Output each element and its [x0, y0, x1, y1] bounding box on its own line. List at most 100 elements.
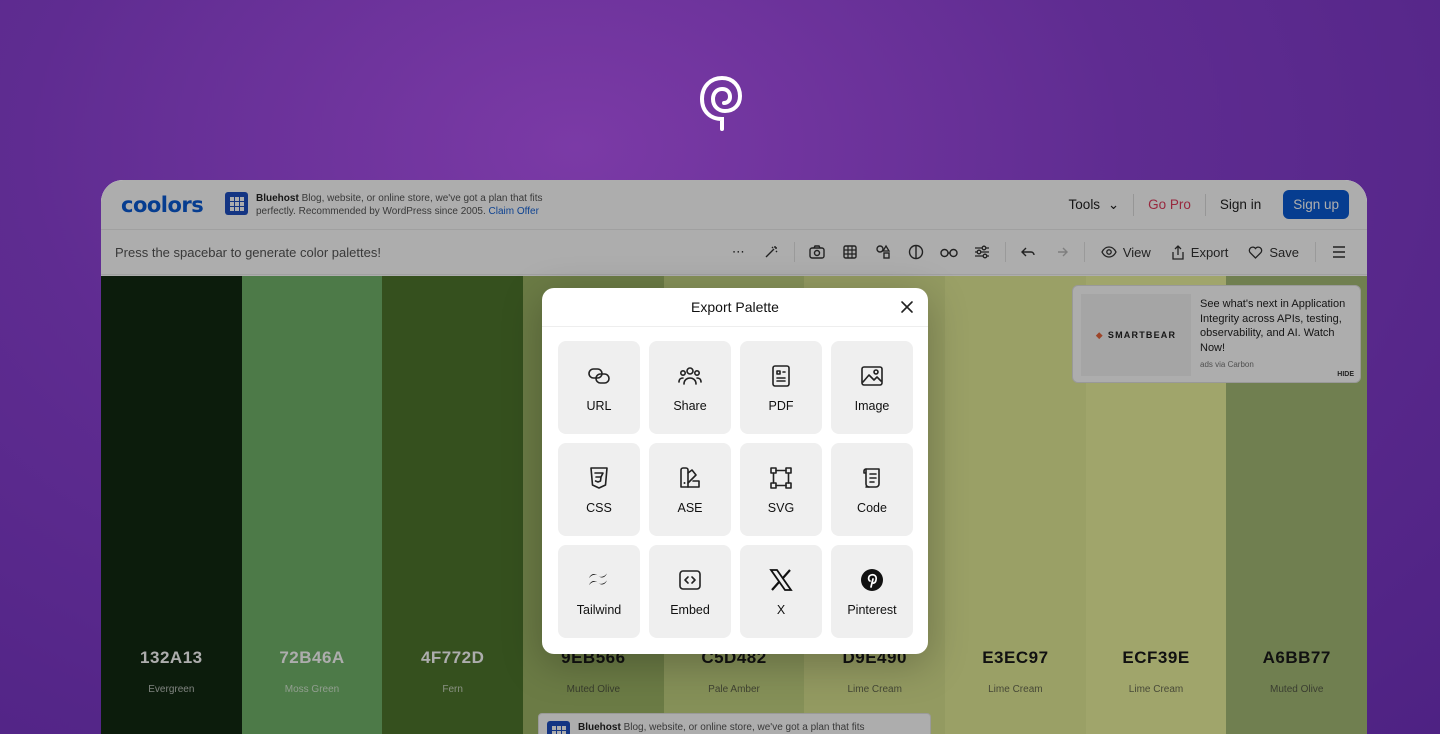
export-option-pinterest[interactable]: Pinterest — [831, 545, 913, 638]
redo-icon[interactable] — [1045, 242, 1078, 262]
x-logo-icon — [769, 568, 793, 591]
toolbar-actions: ⋯ View Export Save — [722, 242, 1355, 262]
hamburger-menu-icon[interactable] — [1322, 242, 1355, 262]
export-option-label: Embed — [670, 602, 710, 617]
export-option-image[interactable]: Image — [831, 341, 913, 434]
export-option-url[interactable]: URL — [558, 341, 640, 434]
ads-via-carbon[interactable]: ads via Carbon — [1200, 360, 1254, 369]
toolbar-divider — [1083, 242, 1085, 262]
bluehost-logo-icon — [547, 721, 570, 734]
vector-icon — [770, 466, 792, 489]
export-option-label: Image — [854, 398, 890, 413]
export-option-label: Tailwind — [576, 602, 622, 617]
export-option-label: Pinterest — [847, 602, 897, 617]
export-option-pdf[interactable]: PDF — [740, 341, 822, 434]
color-name: Lime Cream — [1128, 684, 1184, 695]
more-options-icon[interactable]: ⋯ — [722, 242, 755, 262]
tailwind-icon — [589, 573, 607, 585]
claim-offer-link[interactable]: Claim Offer — [489, 206, 539, 217]
shapes-icon[interactable] — [867, 242, 900, 262]
chevron-down-icon: ⌄ — [1107, 196, 1120, 212]
hide-ad-button[interactable]: HIDE — [1337, 371, 1354, 378]
smartbear-logo: ◆ SMARTBEAR — [1081, 294, 1191, 376]
eye-icon — [1101, 246, 1117, 258]
contrast-icon[interactable] — [900, 242, 933, 262]
spacebar-hint: Press the spacebar to generate color pal… — [115, 245, 381, 260]
bottom-ad-text: Bluehost Blog, website, or online store,… — [578, 721, 865, 734]
export-option-label: SVG — [767, 500, 795, 515]
color-name: Lime Cream — [847, 684, 902, 695]
palette-color-column[interactable]: 4F772D Fern — [382, 276, 524, 734]
color-name: Muted Olive — [566, 684, 621, 695]
toolbar-divider — [1004, 242, 1006, 262]
top-ad-banner[interactable]: Bluehost Blog, website, or online store,… — [225, 192, 585, 218]
color-hex-code[interactable]: E3EC97 — [945, 648, 1086, 668]
color-hex-code[interactable]: 132A13 — [101, 648, 242, 668]
users-icon — [678, 366, 702, 385]
export-option-label: CSS — [586, 500, 612, 515]
export-options-grid: URL Share PDF Image CSS ASE SVG Code Tailwind Emb… — [558, 341, 913, 638]
color-hex-code[interactable]: A6BB77 — [1226, 648, 1367, 668]
toolbar-divider — [1315, 242, 1316, 262]
export-option-label: X — [776, 602, 786, 617]
palette-color-column[interactable]: 132A13 Evergreen — [101, 276, 242, 734]
color-name: Pale Amber — [708, 684, 760, 695]
export-option-label: URL — [586, 398, 612, 413]
bottom-ad-banner[interactable]: Bluehost Blog, website, or online store,… — [538, 713, 931, 734]
export-label: Export — [1190, 244, 1229, 260]
export-option-code[interactable]: Code — [831, 443, 913, 536]
top-ad-text: Bluehost Blog, website, or online store,… — [256, 192, 585, 218]
tools-label: Tools — [1068, 196, 1101, 212]
palette-color-column[interactable]: 72B46A Moss Green — [241, 276, 383, 734]
top-nav: coolors Bluehost Blog, website, or onlin… — [101, 180, 1367, 230]
css-icon — [590, 466, 608, 489]
undo-icon[interactable] — [1012, 242, 1045, 262]
sign-in-link[interactable]: Sign in — [1206, 197, 1275, 212]
view-button[interactable]: View — [1091, 245, 1161, 260]
bottom-ad-copy: Blog, website, or online store, we've go… — [623, 722, 865, 733]
pinterest-icon — [861, 568, 883, 591]
export-option-ase[interactable]: ASE — [649, 443, 731, 536]
embed-icon — [679, 569, 701, 590]
export-option-x[interactable]: X — [740, 545, 822, 638]
image-icon — [861, 365, 883, 386]
save-button[interactable]: Save — [1238, 245, 1309, 260]
export-button[interactable]: Export — [1161, 245, 1239, 260]
palette-color-column[interactable]: E3EC97 Lime Cream — [945, 276, 1086, 734]
export-option-label: PDF — [768, 398, 794, 413]
export-option-embed[interactable]: Embed — [649, 545, 731, 638]
color-hex-code[interactable]: ECF39E — [1086, 648, 1227, 668]
scroll-icon — [863, 467, 880, 488]
coolors-logo[interactable]: coolors — [121, 193, 204, 217]
go-pro-link[interactable]: Go Pro — [1134, 197, 1205, 212]
modal-header: Export Palette — [542, 288, 928, 327]
color-hex-code[interactable]: 4F772D — [382, 648, 523, 668]
toolbar-divider — [793, 242, 795, 262]
adjustments-icon[interactable] — [966, 242, 999, 262]
sign-up-button[interactable]: Sign up — [1283, 190, 1349, 219]
export-option-css[interactable]: CSS — [558, 443, 640, 536]
camera-icon[interactable] — [801, 242, 834, 262]
close-icon[interactable] — [898, 298, 916, 316]
tools-menu[interactable]: Tools ⌄ — [1055, 197, 1134, 213]
smartbear-logo-text: SMARTBEAR — [1107, 330, 1177, 340]
modal-title: Export Palette — [691, 299, 779, 315]
carbon-ad-text: See what's next in Application Integrity… — [1200, 298, 1346, 354]
color-name: Evergreen — [148, 684, 195, 695]
color-name: Muted Olive — [1270, 684, 1324, 695]
color-name: Fern — [442, 684, 463, 695]
bluehost-logo-icon — [225, 192, 248, 215]
carbon-ad[interactable]: ◆ SMARTBEAR See what's next in Applicatio… — [1072, 285, 1361, 383]
export-option-share[interactable]: Share — [649, 341, 731, 434]
top-ad-sponsor: Bluehost — [256, 193, 299, 204]
export-option-tailwind[interactable]: Tailwind — [558, 545, 640, 638]
nav-right: Tools ⌄ Go Pro Sign in Sign up — [1055, 190, 1349, 219]
glasses-icon[interactable] — [933, 242, 966, 262]
grid-icon[interactable] — [834, 242, 867, 262]
export-option-svg[interactable]: SVG — [740, 443, 822, 536]
document-icon — [772, 364, 790, 387]
export-palette-modal: Export Palette URL Share PDF Image CSS ASE SVG… — [542, 288, 928, 654]
smartbear-logo-icon: ◆ — [1095, 329, 1104, 340]
magic-wand-icon[interactable] — [755, 242, 788, 262]
color-hex-code[interactable]: 72B46A — [242, 648, 383, 668]
